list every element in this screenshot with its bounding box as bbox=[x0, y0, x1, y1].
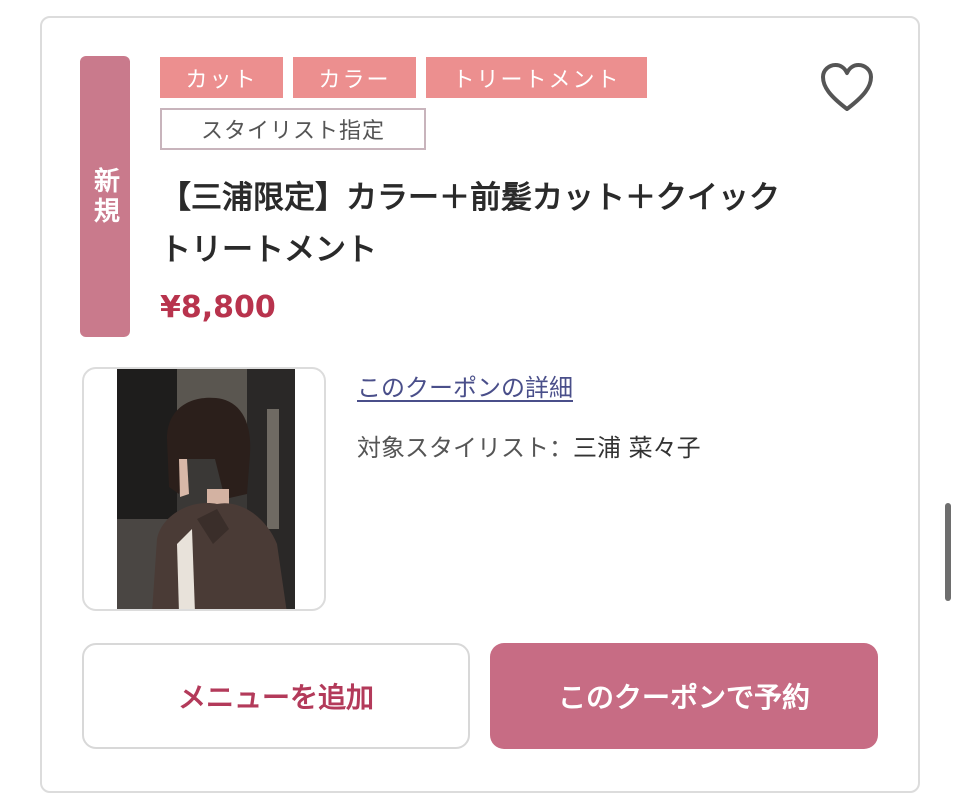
coupon-detail-link[interactable]: このクーポンの詳細 bbox=[357, 368, 573, 403]
tag-cut: カット bbox=[160, 57, 283, 98]
coupon-price: ¥8,800 bbox=[160, 290, 276, 325]
tag-treatment: トリートメント bbox=[426, 57, 647, 98]
reserve-with-coupon-button[interactable]: このクーポンで予約 bbox=[490, 643, 878, 749]
stylist-designated-tag: スタイリスト指定 bbox=[160, 108, 426, 150]
new-customer-badge: 新規 bbox=[80, 56, 130, 337]
tag-color: カラー bbox=[293, 57, 416, 98]
target-stylist-name: 三浦 菜々子 bbox=[573, 434, 701, 462]
add-menu-button[interactable]: メニューを追加 bbox=[82, 643, 470, 749]
favorite-heart-icon[interactable] bbox=[820, 62, 874, 114]
target-stylist: 対象スタイリスト：三浦 菜々子 bbox=[357, 428, 701, 463]
target-stylist-label: 対象スタイリスト： bbox=[357, 434, 573, 462]
coupon-title: 【三浦限定】カラー＋前髪カット＋クイックトリートメント bbox=[160, 180, 780, 268]
scrollbar-thumb[interactable] bbox=[945, 503, 951, 601]
stylist-photo bbox=[82, 367, 326, 611]
